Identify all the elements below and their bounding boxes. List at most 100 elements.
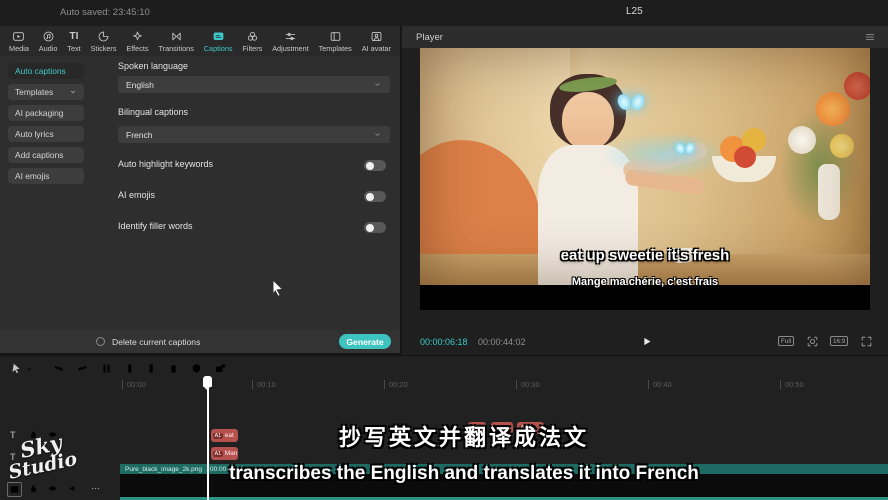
filler-words-toggle[interactable]	[364, 222, 386, 233]
aspect-ratio-badge[interactable]: 16:9	[830, 336, 848, 346]
tab-label: Filters	[242, 44, 262, 53]
filters-icon	[246, 30, 259, 43]
audio-icon	[42, 30, 55, 43]
tab-effects[interactable]: Effects	[126, 30, 148, 53]
sidebar-item-label: Auto captions	[15, 66, 66, 76]
bilingual-language-select[interactable]: French	[118, 126, 390, 143]
autosave-status: Auto saved: 23:45:10	[60, 7, 150, 18]
filler-words-label: Identify filler words	[118, 221, 193, 231]
project-title: L25	[626, 6, 643, 17]
sidebar-item-add-captions[interactable]: Add captions	[8, 147, 84, 163]
chevron-down-icon[interactable]	[25, 365, 34, 374]
video-preview: eat up sweetie it's fresh Mange ma chéri…	[420, 48, 870, 310]
subtitle-english: transcribes the English and translates i…	[0, 463, 888, 485]
topbar: Auto saved: 23:45:10 L25	[0, 0, 888, 26]
tab-label: Text	[67, 44, 80, 53]
delete-captions-checkbox[interactable]	[96, 337, 105, 346]
sidebar-item-templates[interactable]: Templates	[8, 84, 84, 100]
split-icon[interactable]	[100, 362, 113, 375]
sidebar-item-label: AI packaging	[15, 108, 63, 118]
timeline-ruler[interactable]: 00:00 00:10 00:20 00:30 00:40 00:50	[0, 377, 888, 393]
tab-stickers[interactable]: Stickers	[91, 30, 117, 53]
ruler-label: 00:30	[516, 380, 540, 389]
select-cursor-icon[interactable]	[10, 362, 23, 375]
sidebar-item-label: AI emojis	[15, 171, 49, 181]
current-timecode: 00:00:06:18	[420, 337, 468, 347]
trim-right-icon[interactable]	[145, 362, 158, 375]
transitions-icon	[170, 30, 183, 43]
main-toolbar: Media Audio TIText Stickers Effects Tran…	[0, 26, 400, 56]
avatar-icon	[370, 30, 383, 43]
auto-highlight-toggle[interactable]	[364, 160, 386, 171]
mouse-cursor	[271, 279, 286, 298]
tab-transitions[interactable]: Transitions	[158, 30, 193, 53]
tab-label: Effects	[126, 44, 148, 53]
play-button[interactable]	[640, 335, 653, 348]
video-caption-french: Mange ma chérie, c'est frais	[420, 276, 870, 288]
sidebar-item-ai-emojis[interactable]: AI emojis	[8, 168, 84, 184]
tab-captions[interactable]: Captions	[204, 30, 233, 53]
overlay-track-icon[interactable]	[214, 362, 227, 375]
tab-filters[interactable]: Filters	[242, 30, 262, 53]
delete-icon[interactable]	[167, 362, 180, 375]
trim-left-icon[interactable]	[123, 362, 136, 375]
app-window: Auto saved: 23:45:10 L25 Media Audio TIT…	[0, 0, 888, 500]
chevron-down-icon	[373, 80, 382, 89]
tab-audio[interactable]: Audio	[39, 30, 58, 53]
media-icon	[12, 30, 25, 43]
tab-adjustment[interactable]: Adjustment	[272, 30, 309, 53]
subtitle-chinese: 抄写英文并翻译成法文	[0, 420, 888, 452]
quality-badge[interactable]: Full	[778, 336, 794, 346]
sidebar-item-label: Auto lyrics	[15, 129, 54, 139]
tab-label: Transitions	[158, 44, 193, 53]
ruler-label: 00:10	[252, 380, 276, 389]
player-menu-icon[interactable]	[864, 31, 876, 43]
sidebar-item-ai-packaging[interactable]: AI packaging	[8, 105, 84, 121]
tab-label: Stickers	[91, 44, 117, 53]
delete-captions-label: Delete current captions	[112, 337, 200, 347]
captions-panel: Auto captions Templates AI packaging Aut…	[0, 56, 400, 330]
tab-templates[interactable]: Templates	[319, 30, 352, 53]
sliders-icon	[284, 30, 297, 43]
spoken-language-select[interactable]: English	[118, 76, 390, 93]
undo-icon[interactable]	[52, 362, 65, 375]
ruler-label: 00:00	[122, 380, 146, 389]
text-icon: TI	[70, 30, 79, 43]
focus-icon[interactable]	[806, 335, 819, 348]
video-caption-english: eat up sweetie it's fresh	[420, 247, 870, 264]
player-controls: 00:00:06:18 00:00:44:02 Full 16:9	[402, 330, 888, 355]
tab-text[interactable]: TIText	[67, 30, 80, 53]
fullscreen-icon[interactable]	[860, 335, 873, 348]
auto-highlight-label: Auto highlight keywords	[118, 159, 213, 169]
bilingual-captions-label: Bilingual captions	[118, 107, 188, 117]
ruler-label: 00:20	[384, 380, 408, 389]
redo-icon[interactable]	[76, 362, 89, 375]
ruler-label: 00:40	[648, 380, 672, 389]
ai-emojis-label: AI emojis	[118, 190, 155, 200]
total-duration: 00:00:44:02	[478, 337, 526, 347]
player-header: Player	[402, 26, 888, 48]
spoken-language-value: English	[126, 80, 154, 90]
generate-button[interactable]: Generate	[339, 334, 391, 349]
chevron-down-icon	[373, 130, 382, 139]
ai-emojis-toggle[interactable]	[364, 191, 386, 202]
tab-label: Captions	[204, 44, 233, 53]
tab-label: Audio	[39, 44, 58, 53]
templates-icon	[329, 30, 342, 43]
tab-label: AI avatar	[362, 44, 391, 53]
tab-ai-avatar[interactable]: AI avatar	[362, 30, 391, 53]
bilingual-language-value: French	[126, 130, 152, 140]
mask-icon[interactable]	[190, 362, 203, 375]
tab-label: Templates	[319, 44, 352, 53]
sidebar-item-auto-captions[interactable]: Auto captions	[8, 63, 84, 79]
tab-label: Adjustment	[272, 44, 309, 53]
tab-media[interactable]: Media	[9, 30, 29, 53]
captions-icon	[212, 30, 225, 43]
player-panel-title: Player	[416, 32, 443, 43]
sparkle-icon	[131, 30, 144, 43]
playhead-handle[interactable]	[203, 376, 212, 387]
ruler-label: 00:50	[780, 380, 804, 389]
tab-label: Media	[9, 44, 29, 53]
sidebar-item-label: Add captions	[15, 150, 63, 160]
sidebar-item-auto-lyrics[interactable]: Auto lyrics	[8, 126, 84, 142]
